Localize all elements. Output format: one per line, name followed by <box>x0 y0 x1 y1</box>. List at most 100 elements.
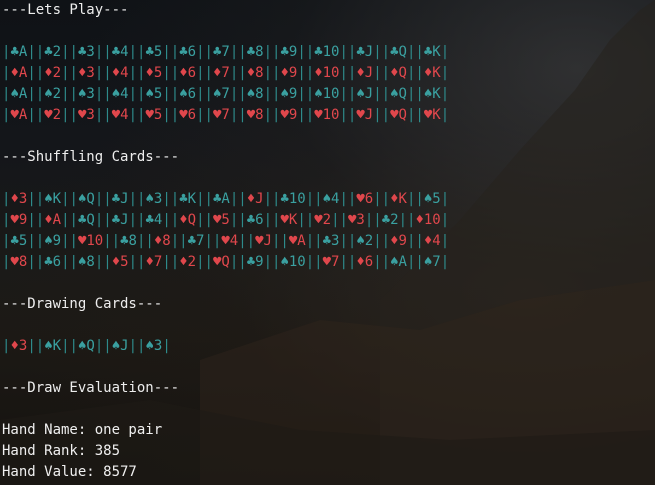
card-suit: ♥ <box>280 107 289 123</box>
card-rank: 4 <box>120 65 129 81</box>
card: |♣6| <box>170 44 205 60</box>
card-suit: ♣ <box>280 191 289 207</box>
card: |♠6| <box>170 86 205 102</box>
card-suit: ♥ <box>314 212 323 228</box>
card-suit: ♣ <box>280 44 289 60</box>
card-rank: 10 <box>322 65 340 81</box>
card-rank: 2 <box>52 65 62 81</box>
card-suit: ♦ <box>111 65 121 81</box>
card: |♥9| <box>2 212 36 228</box>
card-rank: Q <box>398 44 407 60</box>
card: |♦K| <box>381 191 416 207</box>
card-rank: 8 <box>255 107 264 123</box>
card-rank: Q <box>398 107 407 123</box>
card: |♠9| <box>272 86 306 102</box>
card-suit: ♣ <box>179 191 188 207</box>
card: |♣A| <box>2 44 36 60</box>
card: |♥5| <box>137 107 171 123</box>
card: |♠Q| <box>381 86 416 102</box>
card-suit: ♥ <box>179 107 188 123</box>
card-suit: ♠ <box>280 86 289 102</box>
card: |♥5| <box>204 212 239 228</box>
card: |♣7| <box>204 44 239 60</box>
card-suit: ♣ <box>381 212 391 228</box>
card-rank: K <box>187 191 197 207</box>
card-rank: K <box>432 86 441 102</box>
card: |♦Q| <box>170 212 205 228</box>
card-rank: 3 <box>86 107 95 123</box>
full-deck: |♣A||♣2||♣3||♣4||♣5||♣6||♣7||♣8||♣9||♣10… <box>2 42 655 126</box>
card-suit: ♥ <box>390 107 399 123</box>
card: |♥A| <box>280 233 315 249</box>
card-rank: K <box>52 338 62 354</box>
card-rank: 8 <box>255 86 264 102</box>
card-suit: ♦ <box>10 338 19 354</box>
card: |♦6| <box>347 254 382 270</box>
card: |♥3| <box>69 107 104 123</box>
card-rank: 3 <box>86 44 95 60</box>
card-rank: K <box>432 44 441 60</box>
card: |♠2| <box>35 86 70 102</box>
card-suit: ♣ <box>44 44 53 60</box>
card: |♥2| <box>35 107 70 123</box>
card-rank: J <box>120 212 129 228</box>
card-rank: 3 <box>356 212 365 228</box>
card-rank: A <box>52 212 62 228</box>
card-suit: ♥ <box>280 212 289 228</box>
card: |♣K| <box>415 44 450 60</box>
card: |♠7| <box>415 254 450 270</box>
card: |♣Q| <box>381 44 416 60</box>
card: |♥J| <box>246 233 281 249</box>
card-rank: Q <box>86 212 95 228</box>
card-rank: 4 <box>120 44 129 60</box>
card: |♦10| <box>407 212 450 228</box>
card-suit: ♠ <box>179 86 188 102</box>
card-rank: Q <box>398 65 407 81</box>
card: |♦J| <box>238 191 272 207</box>
card: |♠K| <box>415 86 450 102</box>
card: |♦7| <box>204 65 239 81</box>
card: |♠8| <box>69 254 104 270</box>
card-rank: 8 <box>128 233 137 249</box>
card: |♦Q| <box>381 65 416 81</box>
card: |♦J| <box>347 65 382 81</box>
card-suit: ♠ <box>145 338 154 354</box>
card-suit: ♠ <box>390 254 399 270</box>
card-rank: 6 <box>364 254 374 270</box>
card-rank: A <box>297 233 306 249</box>
card-row: |♣A||♣2||♣3||♣4||♣5||♣6||♣7||♣8||♣9||♣10… <box>2 42 655 63</box>
card-suit: ♠ <box>111 86 121 102</box>
card: |♦6| <box>170 65 205 81</box>
card-suit: ♣ <box>356 44 365 60</box>
card-rank: 8 <box>86 254 95 270</box>
card: |♠A| <box>381 254 416 270</box>
card: |♥6| <box>347 191 382 207</box>
card-rank: 6 <box>364 191 374 207</box>
card-suit: ♦ <box>390 233 399 249</box>
card-rank: 5 <box>221 212 230 228</box>
card-suit: ♣ <box>179 44 188 60</box>
card-rank: 10 <box>288 254 306 270</box>
card-rank: K <box>398 191 407 207</box>
card-row: |♥8||♣6||♠8||♦5||♦7||♦2||♥Q||♣9||♠10||♥7… <box>2 252 655 273</box>
card-suit: ♥ <box>10 212 19 228</box>
card: |♣7| <box>179 233 213 249</box>
card-suit: ♦ <box>356 65 365 81</box>
card: |♠10| <box>272 254 315 270</box>
card-suit: ♠ <box>145 191 154 207</box>
card-suit: ♠ <box>44 233 53 249</box>
card: |♥6| <box>170 107 205 123</box>
card: |♦8| <box>238 65 272 81</box>
card-suit: ♥ <box>322 254 332 270</box>
card-suit: ♥ <box>10 254 19 270</box>
card-suit: ♦ <box>10 65 19 81</box>
card-suit: ♥ <box>314 107 323 123</box>
card-rank: 6 <box>187 65 197 81</box>
card-rank: J <box>120 191 129 207</box>
card-rank: 6 <box>255 212 264 228</box>
card: |♣J| <box>347 44 382 60</box>
card-suit: ♦ <box>246 65 256 81</box>
card-suit: ♦ <box>145 254 154 270</box>
card-rank: 9 <box>398 233 407 249</box>
card-rank: 7 <box>221 107 230 123</box>
